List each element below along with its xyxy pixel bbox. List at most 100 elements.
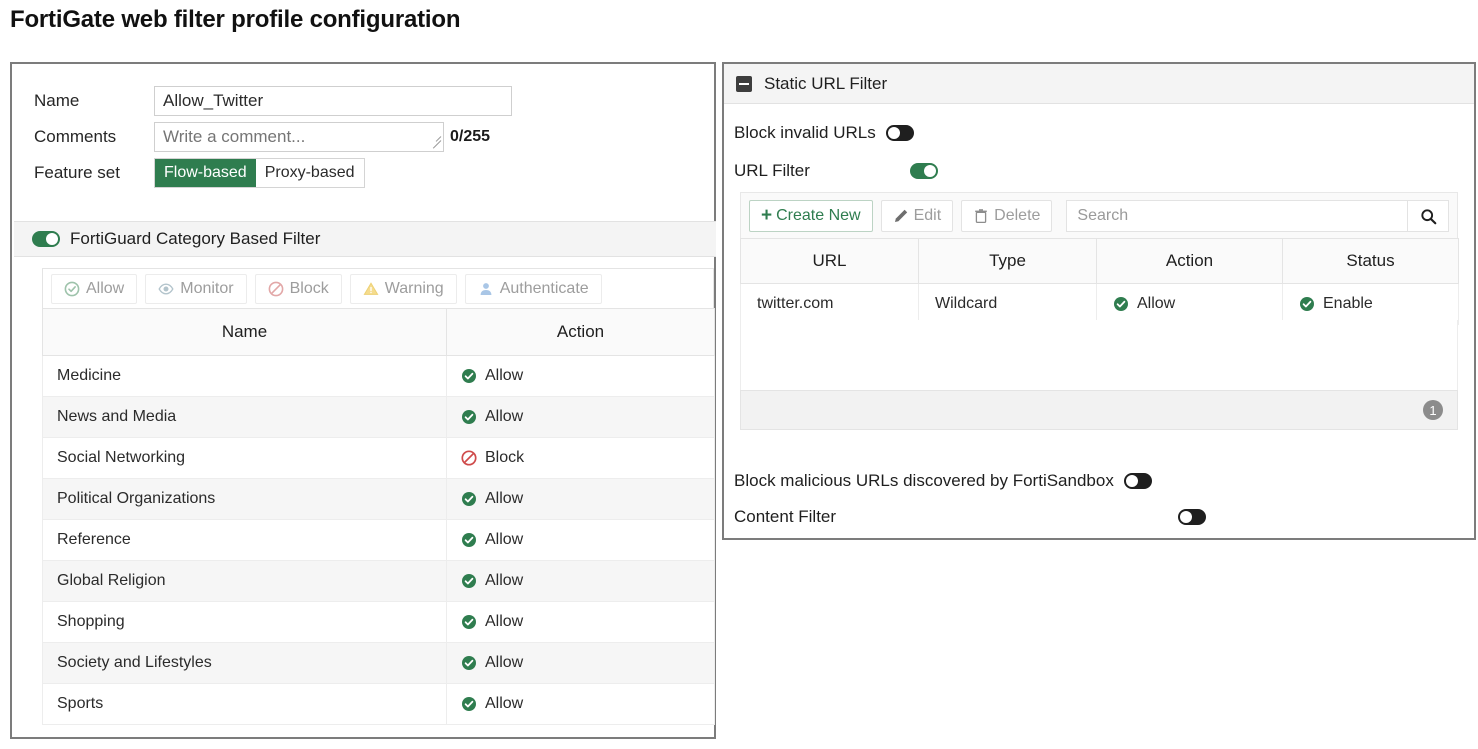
create-new-button[interactable]: + Create New xyxy=(749,199,873,232)
url-filter-label: URL Filter xyxy=(734,161,810,180)
column-header-action[interactable]: Action xyxy=(1096,238,1283,284)
column-header-status[interactable]: Status xyxy=(1282,238,1459,284)
table-row[interactable]: News and Media Allow xyxy=(42,396,715,438)
trash-icon xyxy=(973,208,989,224)
action-allow-label: Allow xyxy=(86,279,125,297)
action-allow-button[interactable]: Allow xyxy=(51,273,138,304)
table-row[interactable]: Shopping Allow xyxy=(42,601,715,643)
block-invalid-urls-row: Block invalid URLs xyxy=(734,122,914,144)
feature-set-segmented-control[interactable]: Flow-based Proxy-based xyxy=(154,158,365,188)
column-header-action[interactable]: Action xyxy=(446,308,715,356)
table-header-row: Name Action xyxy=(42,308,715,356)
category-action-label: Block xyxy=(485,449,525,466)
table-header-row: URL Type Action Status xyxy=(740,238,1459,284)
table-row[interactable]: Medicine Allow xyxy=(42,355,715,397)
column-header-name[interactable]: Name xyxy=(42,308,447,356)
table-row[interactable]: twitter.com Wildcard Allow Enable xyxy=(740,283,1459,325)
table-row[interactable]: Society and Lifestyles Allow xyxy=(42,642,715,684)
category-action-label: Allow xyxy=(485,490,524,507)
comments-input[interactable] xyxy=(154,122,444,152)
action-warning-label: Warning xyxy=(384,279,444,297)
static-url-filter-table: URL Type Action Status twitter.com Wildca… xyxy=(740,238,1459,325)
block-malicious-urls-toggle[interactable] xyxy=(1123,473,1152,489)
create-new-label: Create New xyxy=(776,206,861,224)
action-monitor-button[interactable]: Monitor xyxy=(145,273,247,304)
table-row[interactable]: Reference Allow xyxy=(42,519,715,561)
toggle-knob xyxy=(924,165,936,177)
delete-button[interactable]: Delete xyxy=(961,199,1053,232)
feature-set-row: Feature set Flow-based Proxy-based xyxy=(34,158,365,188)
cell-category-action: Allow xyxy=(446,355,715,397)
column-header-type[interactable]: Type xyxy=(918,238,1097,284)
edit-button[interactable]: Edit xyxy=(880,199,954,232)
cell-category-action: Allow xyxy=(446,478,715,520)
check-circle-icon xyxy=(461,614,477,630)
row-count-badge: 1 xyxy=(1423,400,1443,420)
cell-category-action: Allow xyxy=(446,683,715,725)
name-row: Name xyxy=(34,86,512,116)
action-block-label: Block xyxy=(289,279,329,297)
cell-category-name: Shopping xyxy=(42,601,447,643)
content-filter-label: Content Filter xyxy=(734,507,837,526)
char-counter: 0/255 xyxy=(450,128,491,145)
cell-category-action: Allow xyxy=(446,519,715,561)
feature-set-option-proxy-based[interactable]: Proxy-based xyxy=(255,159,364,187)
cell-category-action: Allow xyxy=(446,601,715,643)
block-malicious-urls-label: Block malicious URLs discovered by Forti… xyxy=(734,471,1114,490)
cell-category-name: Global Religion xyxy=(42,560,447,602)
check-circle-icon xyxy=(461,491,477,507)
cell-action-label: Allow xyxy=(1137,295,1176,312)
check-circle-icon xyxy=(461,368,477,384)
url-table-footer: 1 xyxy=(740,390,1458,430)
feature-set-option-flow-based[interactable]: Flow-based xyxy=(155,159,256,187)
cell-type: Wildcard xyxy=(918,283,1097,325)
fortiguard-category-filter-toggle[interactable] xyxy=(32,231,60,247)
cell-category-action: Block xyxy=(446,437,715,479)
toggle-knob xyxy=(887,127,900,139)
name-input[interactable] xyxy=(154,86,512,116)
block-invalid-urls-toggle[interactable] xyxy=(885,125,914,141)
collapse-minus-icon[interactable] xyxy=(736,75,752,92)
cell-category-name: News and Media xyxy=(42,396,447,438)
search-box[interactable] xyxy=(1066,199,1449,232)
plus-icon: + xyxy=(761,205,773,226)
search-input[interactable] xyxy=(1067,200,1407,231)
feature-set-label: Feature set xyxy=(34,163,120,182)
comments-label: Comments xyxy=(34,127,117,146)
table-row[interactable]: Political Organizations Allow xyxy=(42,478,715,520)
static-url-filter-panel: Static URL Filter Block invalid URLs URL… xyxy=(722,62,1476,540)
pencil-icon xyxy=(893,208,909,224)
fortiguard-category-filter-section-header: FortiGuard Category Based Filter xyxy=(14,221,716,257)
action-warning-button[interactable]: Warning xyxy=(349,273,457,304)
action-authenticate-button[interactable]: Authenticate xyxy=(464,273,602,304)
check-circle-icon xyxy=(461,655,477,671)
cell-category-name: Medicine xyxy=(42,355,447,397)
url-filter-toolbar: + Create New Edit Delete xyxy=(740,192,1458,238)
cell-category-action: Allow xyxy=(446,642,715,684)
url-filter-toggle[interactable] xyxy=(910,163,938,179)
search-button[interactable] xyxy=(1407,200,1448,231)
warning-triangle-icon xyxy=(363,281,379,297)
table-row[interactable]: Global Religion Allow xyxy=(42,560,715,602)
toggle-knob xyxy=(1180,511,1192,523)
edit-label: Edit xyxy=(913,206,942,224)
static-url-filter-label: Static URL Filter xyxy=(764,73,888,93)
check-circle-icon xyxy=(461,532,477,548)
cell-category-name: Social Networking xyxy=(42,437,447,479)
name-label: Name xyxy=(34,91,80,110)
category-action-label: Allow xyxy=(485,572,524,589)
category-action-label: Allow xyxy=(485,408,524,425)
table-row[interactable]: Social Networking Block xyxy=(42,437,715,479)
cell-category-action: Allow xyxy=(446,560,715,602)
content-filter-row: Content Filter xyxy=(734,506,1206,528)
column-header-url[interactable]: URL xyxy=(740,238,919,284)
cell-category-name: Society and Lifestyles xyxy=(42,642,447,684)
cell-status: Enable xyxy=(1282,283,1459,325)
content-filter-toggle[interactable] xyxy=(1178,509,1206,525)
table-row[interactable]: Sports Allow xyxy=(42,683,715,725)
action-block-button[interactable]: Block xyxy=(254,273,342,304)
action-authenticate-label: Authenticate xyxy=(499,279,589,297)
category-action-toolbar: Allow Monitor Block Warning Authenticate xyxy=(42,268,714,308)
block-circle-icon xyxy=(461,450,477,466)
check-circle-icon xyxy=(1299,296,1315,312)
